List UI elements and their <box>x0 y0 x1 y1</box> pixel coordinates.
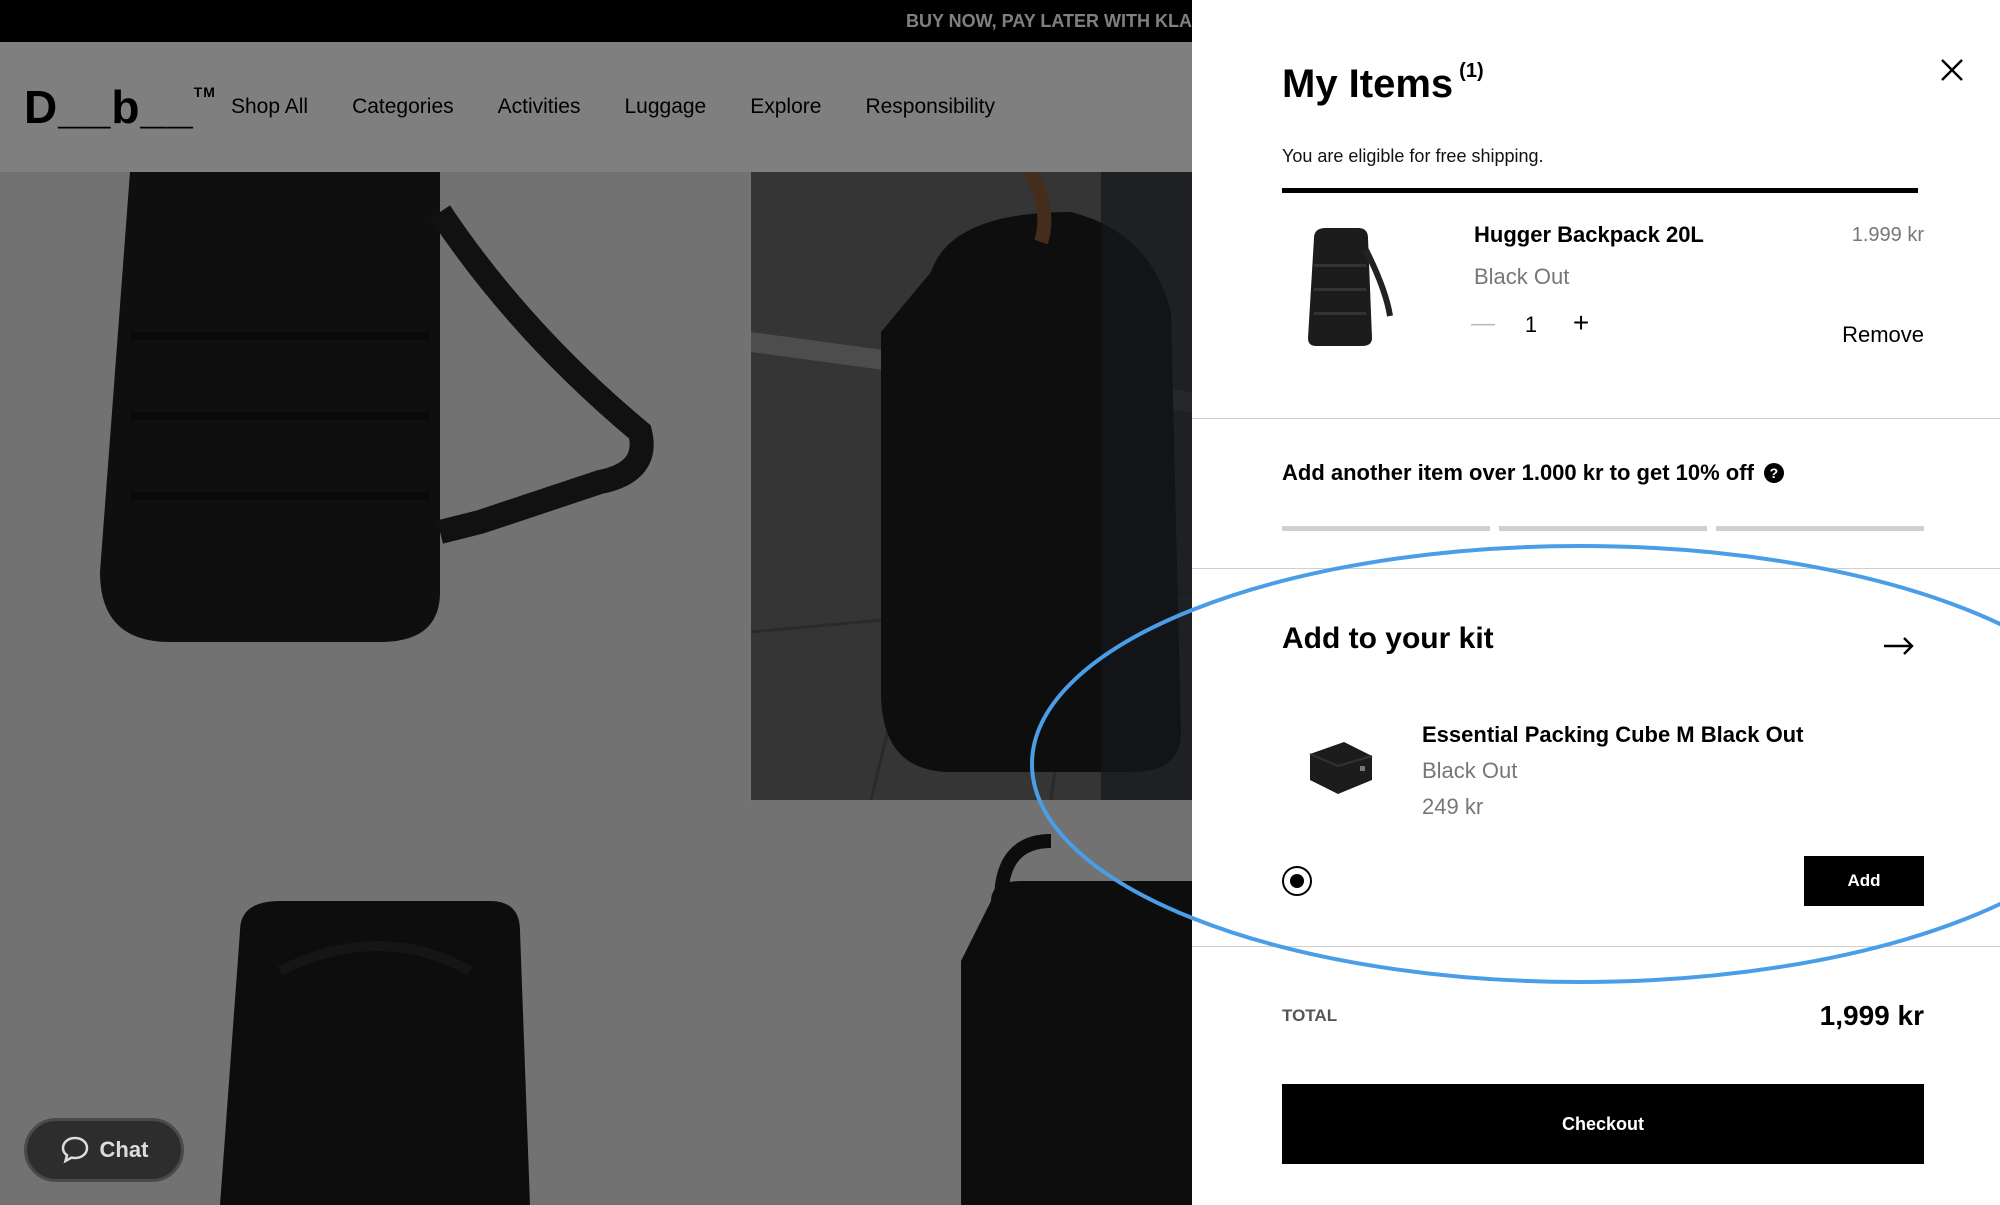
cart-line-item: Hugger Backpack 20L Black Out 1.999 kr —… <box>1282 210 1924 360</box>
total-label: TOTAL <box>1282 1006 1338 1025</box>
close-icon[interactable] <box>1936 54 1968 86</box>
chat-button[interactable]: Chat <box>24 1118 184 1182</box>
discount-progress-segment <box>1282 526 1490 531</box>
divider <box>1192 946 2000 947</box>
cart-title: My Items (1) <box>1282 60 1484 107</box>
discount-message: Add another item over 1.000 kr to get 10… <box>1282 460 1784 486</box>
checkout-button[interactable]: Checkout <box>1282 1084 1924 1164</box>
discount-progress-segment <box>1716 526 1924 531</box>
cart-count: (1) <box>1459 60 1484 82</box>
backpack-product-image[interactable] <box>1286 220 1396 350</box>
modal-overlay[interactable] <box>0 0 1192 1205</box>
kit-item-variant: Black Out <box>1422 758 1518 783</box>
kit-item-radio[interactable] <box>1282 866 1312 896</box>
chat-label: Chat <box>99 1137 149 1162</box>
help-icon[interactable]: ? <box>1763 463 1784 483</box>
total-value: 1,999 kr <box>1819 1000 1924 1031</box>
divider <box>1192 568 2000 569</box>
cart-drawer: My Items (1) You are eligible for free sh… <box>1192 0 2000 1205</box>
cart-item-name[interactable]: Hugger Backpack 20L <box>1474 222 1704 248</box>
kit-item-name[interactable]: Essential Packing Cube M Black Out <box>1422 722 1803 748</box>
chat-bubble-icon <box>61 1136 88 1164</box>
cart-title-text: My Items <box>1282 62 1454 106</box>
add-kit-item-button[interactable]: Add <box>1804 856 1924 906</box>
quantity-increase-button[interactable]: + <box>1566 307 1596 339</box>
discount-progress-segment <box>1499 526 1707 531</box>
free-shipping-message: You are eligible for free shipping. <box>1282 146 1544 166</box>
packing-cube-product-image[interactable] <box>1300 730 1380 800</box>
kit-item-price: 249 kr <box>1422 794 1484 819</box>
quantity-decrease-button[interactable]: — <box>1468 310 1498 338</box>
discount-text: Add another item over 1.000 kr to get 10… <box>1282 460 1754 485</box>
free-shipping-progress-bar <box>1282 188 1918 193</box>
arrow-right-icon[interactable] <box>1882 634 1916 658</box>
quantity-value: 1 <box>1524 312 1538 337</box>
divider <box>1192 418 2000 419</box>
storefront-background: BUY NOW, PAY LATER WITH KLAR D__b__TM Sh… <box>0 0 1192 1205</box>
add-to-kit-title: Add to your kit <box>1282 622 1494 655</box>
cart-item-variant: Black Out <box>1474 264 1570 289</box>
cart-item-price: 1.999 kr <box>1851 224 1924 246</box>
remove-item-button[interactable]: Remove <box>1842 322 1924 348</box>
